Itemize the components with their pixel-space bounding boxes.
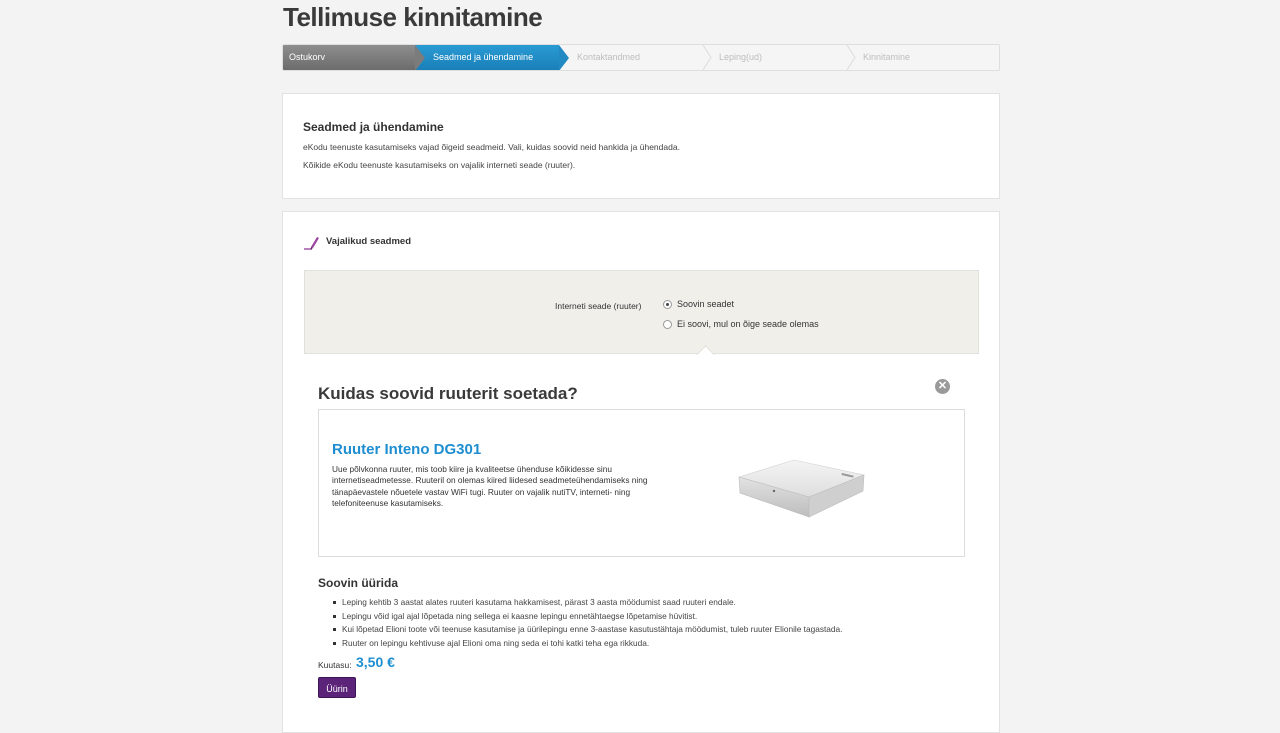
devices-title: Vajalikud seadmed <box>326 236 412 247</box>
intro-card: Seadmed ja ühendamine eKodu teenuste kas… <box>282 93 1000 199</box>
devices-card: Vajalikud seadmed Interneti seade (ruute… <box>282 211 1000 733</box>
radio-label: Soovin seadet <box>677 299 735 309</box>
step-label: Seadmed ja ühendamine <box>433 52 534 62</box>
radio-want-device[interactable]: Soovin seadet <box>663 299 734 309</box>
price-label: Kuutasu: <box>318 660 352 670</box>
rent-terms-list: Leping kehtib 3 aastat alates ruuteri ka… <box>318 597 842 651</box>
step-seadmed[interactable]: Seadmed ja ühendamine <box>415 45 559 70</box>
intro-title: Seadmed ja ühendamine <box>303 120 444 134</box>
radio-button[interactable] <box>663 319 672 329</box>
list-item: Leping kehtib 3 aastat alates ruuteri ka… <box>318 597 842 611</box>
step-separator <box>846 45 856 70</box>
intro-text: Kõikide eKodu teenuste kasutamiseks on v… <box>303 160 576 170</box>
step-kinnitamine[interactable]: Kinnitamine <box>857 45 999 70</box>
step-kontaktandmed[interactable]: Kontaktandmed <box>569 45 709 70</box>
router-image <box>737 459 866 518</box>
router-choice-panel: Interneti seade (ruuter) Soovin seadet E… <box>304 270 979 354</box>
step-label: Leping(ud) <box>719 52 763 62</box>
order-progress-stepper: Ostukorv Seadmed ja ühendamine Kontaktan… <box>282 44 1000 71</box>
list-item: Kui lõpetad Elioni toote või teenuse kas… <box>318 624 842 638</box>
list-item: Lepingu võid igal ajal lõpetada ning sel… <box>318 611 842 625</box>
intro-text: eKodu teenuste kasutamiseks vajad õigeid… <box>303 142 680 152</box>
step-lepingud[interactable]: Leping(ud) <box>713 45 853 70</box>
pen-icon <box>304 237 319 250</box>
list-item: Ruuter on lepingu kehtivuse ajal Elioni … <box>318 638 842 652</box>
step-label: Ostukorv <box>289 52 326 62</box>
rent-title: Soovin üürida <box>318 576 399 590</box>
rent-button[interactable]: Üürin <box>318 677 356 698</box>
acquire-title: Kuidas soovid ruuterit soetada? <box>318 384 578 403</box>
step-separator <box>702 45 712 70</box>
step-ostukorv[interactable]: Ostukorv <box>283 45 415 70</box>
radio-label: Ei soovi, mul on õige seade olemas <box>677 319 819 329</box>
product-name: Ruuter Inteno DG301 <box>332 441 482 458</box>
price-value: 3,50 € <box>356 654 395 670</box>
router-field-label: Interneti seade (ruuter) <box>555 301 642 311</box>
page-title: Tellimuse kinnitamine <box>283 2 543 32</box>
product-description: Uue põlvkonna ruuter, mis toob kiire ja … <box>332 464 648 508</box>
close-icon[interactable]: ✕ <box>935 379 950 394</box>
step-label: Kinnitamine <box>863 52 911 62</box>
product-box: Ruuter Inteno DG301 Uue põlvkonna ruuter… <box>318 409 965 557</box>
step-arrow <box>415 45 425 70</box>
radio-button[interactable] <box>663 299 672 309</box>
step-label: Kontaktandmed <box>577 52 641 62</box>
radio-have-device[interactable]: Ei soovi, mul on õige seade olemas <box>663 319 819 329</box>
step-arrow <box>559 45 569 70</box>
